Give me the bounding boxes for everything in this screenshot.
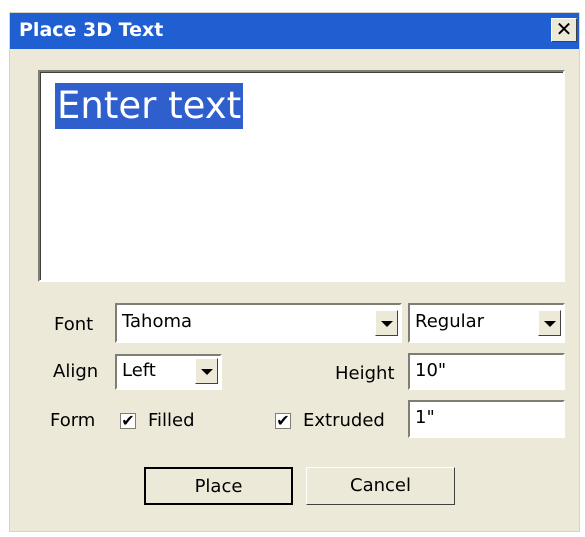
height-input[interactable]: 10" bbox=[408, 353, 565, 390]
font-style-select[interactable]: Regular bbox=[408, 303, 565, 343]
height-label: Height bbox=[335, 363, 395, 384]
align-value: Left bbox=[122, 360, 156, 381]
align-select[interactable]: Left bbox=[115, 354, 222, 390]
chevron-down-icon[interactable] bbox=[195, 358, 218, 384]
extruded-checkbox[interactable]: ✔ bbox=[275, 413, 291, 429]
form-label: Form bbox=[50, 410, 96, 431]
filled-checkbox[interactable]: ✔ bbox=[120, 413, 136, 429]
text-entry-area[interactable]: Enter text bbox=[38, 70, 565, 282]
font-family-select[interactable]: Tahoma bbox=[115, 303, 402, 343]
extrude-depth-value: 1" bbox=[415, 407, 435, 428]
chevron-down-icon[interactable] bbox=[375, 310, 398, 336]
font-style-value: Regular bbox=[415, 311, 485, 332]
place-3d-text-dialog: Place 3D Text ✕ Enter text Font Tahoma R… bbox=[9, 12, 580, 532]
extrude-depth-input[interactable]: 1" bbox=[408, 400, 565, 438]
extruded-label: Extruded bbox=[303, 410, 385, 431]
filled-label: Filled bbox=[148, 410, 195, 431]
font-family-value: Tahoma bbox=[122, 311, 193, 332]
chevron-down-icon[interactable] bbox=[538, 310, 561, 336]
selected-text: Enter text bbox=[55, 83, 244, 129]
close-button[interactable]: ✕ bbox=[551, 18, 577, 42]
close-icon: ✕ bbox=[555, 17, 573, 41]
font-label: Font bbox=[54, 314, 94, 335]
title-bar[interactable]: Place 3D Text ✕ bbox=[10, 13, 579, 49]
checkmark-icon: ✔ bbox=[276, 411, 290, 430]
align-label: Align bbox=[53, 361, 99, 382]
place-button[interactable]: Place bbox=[144, 467, 293, 505]
height-value: 10" bbox=[415, 360, 447, 381]
dialog-title: Place 3D Text bbox=[19, 19, 164, 41]
checkmark-icon: ✔ bbox=[121, 411, 135, 430]
cancel-button[interactable]: Cancel bbox=[306, 467, 455, 505]
